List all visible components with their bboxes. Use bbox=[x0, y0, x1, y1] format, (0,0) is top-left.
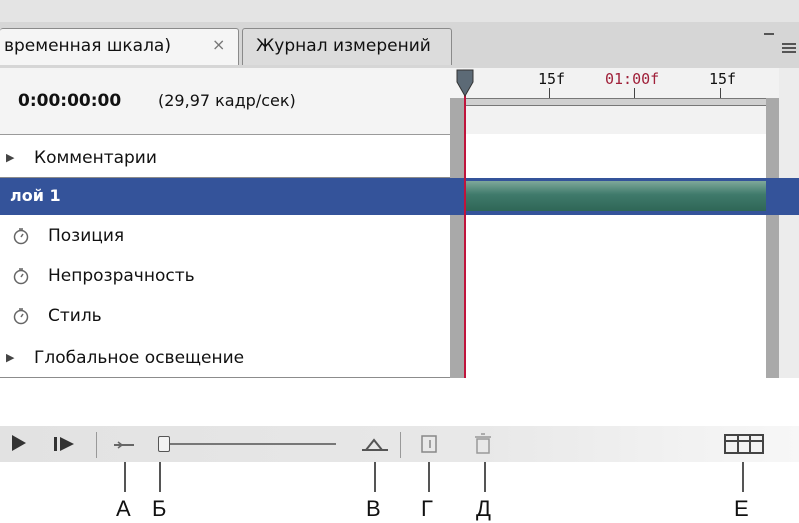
callout-label-e: Е bbox=[734, 496, 749, 521]
row-style[interactable]: Стиль bbox=[0, 297, 450, 338]
work-area-bar[interactable] bbox=[463, 98, 779, 106]
new-layer-icon[interactable] bbox=[418, 432, 440, 460]
row-comments[interactable]: ▶ Комментарии bbox=[0, 137, 450, 178]
vertical-scroll-area[interactable] bbox=[779, 68, 799, 378]
row-global-light[interactable]: ▶ Глобальное освещение bbox=[0, 337, 450, 378]
callout-line bbox=[484, 462, 486, 492]
zoom-out-icon[interactable] bbox=[112, 436, 136, 456]
row-global-light-label: Глобальное освещение bbox=[34, 348, 245, 368]
layer-duration-bar[interactable] bbox=[466, 181, 766, 211]
next-frame-icon[interactable] bbox=[52, 434, 82, 458]
callout-label-v: В bbox=[366, 496, 381, 521]
callout-label-b: Б bbox=[152, 496, 167, 521]
ruler-tick-label: 01:00f bbox=[605, 70, 660, 88]
row-opacity[interactable]: Непрозрачность bbox=[0, 257, 450, 298]
tab-measurement-log-label: Журнал измерений bbox=[256, 36, 431, 56]
ruler-tick bbox=[634, 88, 635, 98]
controls-divider bbox=[400, 432, 401, 458]
ruler-tick-label: 15f bbox=[709, 70, 737, 88]
zoom-in-icon[interactable] bbox=[360, 434, 390, 458]
ruler-tick bbox=[720, 88, 721, 98]
ruler-tick bbox=[549, 88, 550, 98]
current-timecode[interactable]: 0:00:00:00 bbox=[18, 91, 121, 111]
current-time-line bbox=[464, 92, 466, 378]
twirl-arrow-icon[interactable]: ▶ bbox=[6, 351, 14, 364]
callout-label-a: А bbox=[116, 496, 131, 521]
row-comments-label: Комментарии bbox=[34, 148, 157, 168]
trash-icon[interactable] bbox=[472, 432, 494, 460]
play-icon[interactable] bbox=[8, 432, 30, 459]
tab-timeline-label: временная шкала) bbox=[4, 36, 171, 56]
zoom-slider-track[interactable] bbox=[168, 443, 336, 445]
ruler-tick-label: 15f bbox=[538, 70, 566, 88]
row-position-label: Позиция bbox=[48, 226, 125, 246]
work-area-end-handle[interactable] bbox=[766, 98, 779, 378]
timeline-track-area[interactable] bbox=[450, 134, 779, 378]
callout-line bbox=[374, 462, 376, 492]
stopwatch-icon[interactable] bbox=[12, 307, 30, 329]
row-position[interactable]: Позиция bbox=[0, 217, 450, 258]
callout-line bbox=[159, 462, 161, 492]
callout-line bbox=[124, 462, 126, 492]
tab-close-icon[interactable]: × bbox=[212, 35, 225, 54]
callout-label-d: Д bbox=[476, 496, 491, 521]
stopwatch-icon[interactable] bbox=[12, 267, 30, 289]
row-opacity-label: Непрозрачность bbox=[48, 266, 195, 286]
callout-line bbox=[428, 462, 430, 492]
twirl-arrow-icon[interactable]: ▶ bbox=[6, 151, 14, 164]
stopwatch-icon[interactable] bbox=[12, 227, 30, 249]
zoom-slider-thumb[interactable] bbox=[158, 436, 170, 452]
row-style-label: Стиль bbox=[48, 306, 102, 326]
animation-frames-icon[interactable] bbox=[724, 432, 764, 460]
frame-rate-label: (29,97 кадр/сек) bbox=[158, 91, 296, 110]
controls-divider bbox=[96, 432, 97, 458]
work-area-start-handle[interactable] bbox=[450, 98, 464, 378]
layer-name: лой 1 bbox=[10, 186, 61, 205]
callout-line bbox=[742, 462, 744, 492]
playhead-marker[interactable] bbox=[454, 68, 476, 102]
panel-menu-icon[interactable] bbox=[758, 26, 798, 56]
callout-label-g: Г bbox=[421, 496, 433, 521]
